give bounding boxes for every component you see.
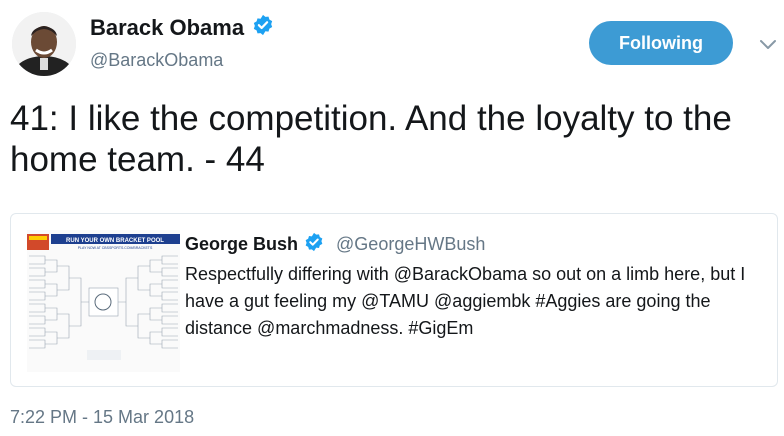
author-name-row: Barack Obama	[90, 14, 274, 41]
bracket-subheader-text: PLAY NOW AT CBSSPORTS.COM/BRACKETS	[78, 246, 153, 250]
avatar[interactable]	[12, 12, 76, 76]
verified-badge-icon	[304, 232, 324, 257]
author-name[interactable]: Barack Obama	[90, 15, 244, 41]
chevron-down-icon[interactable]	[756, 32, 780, 56]
quoted-tweet-text: Respectfully differing with @BarackObama…	[185, 264, 746, 338]
quoted-tweet[interactable]: RUN YOUR OWN BRACKET POOL PLAY NOW AT CB…	[10, 213, 778, 387]
tweet-text: 41: I like the competition. And the loya…	[10, 99, 732, 179]
author-handle[interactable]: @BarackObama	[90, 50, 223, 71]
quoted-author-name[interactable]: George Bush	[185, 234, 298, 255]
bracket-image: RUN YOUR OWN BRACKET POOL PLAY NOW AT CB…	[27, 230, 180, 372]
quoted-author-handle[interactable]: @GeorgeHWBush	[336, 234, 485, 255]
following-button[interactable]: Following	[589, 21, 733, 65]
bracket-header-text: RUN YOUR OWN BRACKET POOL	[66, 238, 164, 244]
tweet-timestamp[interactable]: 7:22 PM - 15 Mar 2018	[10, 407, 194, 428]
verified-badge-icon	[252, 14, 274, 41]
avatar-photo	[12, 12, 76, 76]
quoted-author-row: George Bush @GeorgeHWBush	[185, 232, 485, 257]
